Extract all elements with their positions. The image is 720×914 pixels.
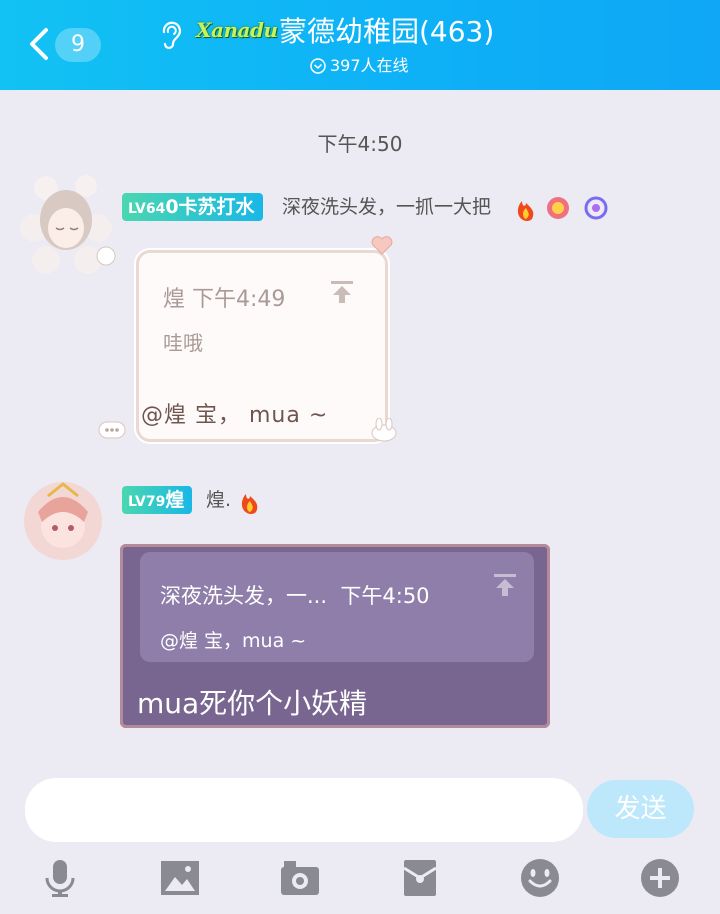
back-arrow-icon[interactable] (26, 26, 56, 62)
quote-text: @煌 宝，mua ~ (160, 630, 307, 652)
message-bubble[interactable]: 煌 下午4:49 哇哦 @煌 宝， mua ~ (136, 250, 388, 442)
composer: 发送 (0, 760, 720, 914)
time-separator: 下午4:50 (317, 132, 403, 156)
send-button[interactable]: 发送 (587, 780, 694, 838)
message-input[interactable] (25, 778, 583, 842)
chat-header: 9 Xanadu 蒙德幼稚园(463) 397人在线 (0, 0, 720, 90)
plus-icon[interactable] (640, 858, 680, 898)
quote-header: 煌 下午4:49 (163, 287, 286, 312)
red-packet-icon[interactable] (400, 858, 440, 898)
avatar[interactable] (16, 168, 116, 278)
avatar[interactable] (24, 482, 102, 560)
fire-icon (517, 201, 534, 221)
level-badge: LV640卡苏打水 (122, 193, 263, 221)
online-count: 397人在线 (330, 56, 409, 75)
check-circle-icon (310, 58, 326, 74)
swirl-icon (584, 196, 608, 220)
group-logo: Xanadu (196, 18, 278, 42)
earpiece-mode-icon[interactable] (160, 20, 182, 50)
group-title[interactable]: 蒙德幼稚园(463) (279, 14, 494, 50)
heart-decoration (371, 236, 393, 255)
camera-icon[interactable] (280, 858, 320, 898)
message-bubble[interactable]: 深夜洗头发，一... 下午4:50 @煌 宝，mua ~ mua死你个小妖精 (120, 544, 550, 728)
flower-icon (547, 197, 569, 219)
title-icons (517, 196, 608, 221)
message-text: mua死你个小妖精 (137, 687, 368, 720)
sender-name[interactable]: 煌. (206, 486, 231, 514)
jump-to-quote-icon[interactable] (329, 279, 355, 305)
jump-to-quote-icon[interactable] (492, 572, 518, 598)
level-badge: LV79煌 (122, 486, 193, 514)
bunny-decoration (371, 418, 397, 442)
microphone-icon[interactable] (40, 858, 80, 898)
bubble-decoration (98, 421, 126, 439)
emoji-icon[interactable] (520, 858, 560, 898)
message-text: @煌 宝， mua ~ (141, 403, 329, 428)
image-icon[interactable] (160, 858, 200, 898)
online-status[interactable]: 397人在线 (310, 55, 409, 77)
quote-header: 深夜洗头发，一... 下午4:50 (160, 584, 430, 608)
unread-count-badge[interactable]: 9 (55, 28, 101, 62)
quote-text: 哇哦 (163, 331, 203, 355)
fire-icon (241, 494, 258, 514)
quote-block[interactable]: 深夜洗头发，一... 下午4:50 @煌 宝，mua ~ (140, 552, 534, 662)
sender-name[interactable]: 深夜洗头发，一抓一大把 (282, 193, 491, 221)
